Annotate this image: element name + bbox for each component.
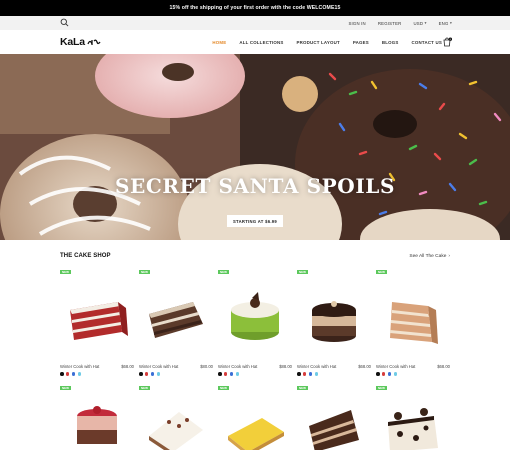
nav-item-contact-us[interactable]: CONTACT US: [412, 40, 442, 45]
product-name[interactable]: Winter Cook with Hat: [60, 364, 99, 369]
chevron-right-icon: ›: [448, 254, 450, 259]
account-links: SIGN IN REGISTER USD ▾ ENG ▾: [348, 16, 452, 30]
mocha-mousse-icon: [312, 301, 356, 342]
new-badge: NEW: [218, 386, 229, 390]
swatch-light-blue[interactable]: [393, 372, 398, 376]
color-swatches: [376, 372, 398, 376]
new-badge: NEW: [60, 270, 71, 274]
swatch-black[interactable]: [218, 372, 222, 376]
swatch-black[interactable]: [376, 372, 380, 376]
utility-bar: SIGN IN REGISTER USD ▾ ENG ▾: [0, 16, 510, 30]
cookies-cream-cake-icon: [388, 408, 438, 450]
product-card[interactable]: NEW: [139, 386, 213, 450]
swatch-blue[interactable]: [229, 372, 234, 376]
swatch-black[interactable]: [297, 372, 301, 376]
swatch-red[interactable]: [302, 372, 307, 376]
matcha-mousse-icon: [231, 292, 279, 340]
product-card[interactable]: NEW: [376, 386, 450, 450]
swatch-black[interactable]: [60, 372, 64, 376]
product-price: $68.00: [121, 364, 134, 369]
cart-icon[interactable]: 0: [442, 37, 452, 47]
caramel-layer-cake-icon: [390, 302, 438, 344]
nav-item-blogs[interactable]: BLOGS: [382, 40, 399, 45]
donuts-hero-image: [0, 54, 510, 240]
product-price: $68.00: [358, 364, 371, 369]
nav-item-product-layout[interactable]: PRODUCT LAYOUT: [296, 40, 339, 45]
swatch-light-blue[interactable]: [156, 372, 161, 376]
swatch-light-blue[interactable]: [314, 372, 319, 376]
swatch-red[interactable]: [223, 372, 228, 376]
color-swatches: [139, 372, 161, 376]
chocolate-layer-cake-icon: [149, 302, 203, 338]
product-name[interactable]: Winter Cook with Hat: [139, 364, 178, 369]
product-name[interactable]: Winter Cook with Hat: [218, 364, 257, 369]
nav-item-home[interactable]: HOME: [212, 40, 226, 45]
chevron-down-icon: ▾: [424, 21, 427, 25]
new-badge: NEW: [60, 386, 71, 390]
language-select[interactable]: ENG ▾: [439, 21, 452, 26]
logo-text: KaLa: [60, 36, 85, 48]
product-card[interactable]: NEW Winter Cook with Hat $80.00: [139, 270, 213, 380]
hero-title: SECRET SANTA SPOILS: [115, 174, 395, 198]
swatch-light-blue[interactable]: [77, 372, 82, 376]
currency-value: USD: [413, 20, 424, 26]
red-velvet-cake-icon: [70, 302, 128, 340]
see-all-label: See All The Cake: [409, 254, 447, 259]
product-card[interactable]: NEW: [60, 386, 134, 450]
announcement-bar: 15% off the shipping of your first order…: [0, 0, 510, 16]
nav-item-all-collections[interactable]: ALL COLLECTIONS: [239, 40, 283, 45]
swatch-red[interactable]: [65, 372, 70, 376]
swatch-black[interactable]: [139, 372, 143, 376]
lemon-tart-icon: [228, 418, 284, 450]
product-card[interactable]: NEW: [297, 386, 371, 450]
product-price: $80.00: [200, 364, 213, 369]
sign-in-link[interactable]: SIGN IN: [348, 21, 365, 26]
product-card[interactable]: NEW Winter Cook with Hat $88.00: [218, 270, 292, 380]
primary-nav: HOME ALL COLLECTIONS PRODUCT LAYOUT PAGE…: [212, 30, 442, 54]
product-name[interactable]: Winter Cook with Hat: [376, 364, 415, 369]
product-card[interactable]: NEW Winter Cook with Hat $68.00: [297, 270, 371, 380]
product-card[interactable]: NEW Winter Cook with Hat $68.00: [376, 270, 450, 380]
see-all-link[interactable]: See All The Cake ›: [409, 254, 450, 259]
new-badge: NEW: [139, 270, 150, 274]
cheesecake-slice-icon: [149, 412, 203, 450]
new-badge: NEW: [376, 270, 387, 274]
new-badge: NEW: [297, 270, 308, 274]
hero-cta-button[interactable]: STARTING AT $6.99: [227, 215, 283, 227]
swatch-light-blue[interactable]: [235, 372, 240, 376]
new-badge: NEW: [218, 270, 229, 274]
color-swatches: [297, 372, 319, 376]
product-price: $88.00: [279, 364, 292, 369]
new-badge: NEW: [139, 386, 150, 390]
swatch-blue[interactable]: [150, 372, 155, 376]
product-card[interactable]: NEW: [218, 386, 292, 450]
new-badge: NEW: [376, 386, 387, 390]
logo[interactable]: KaLa: [60, 36, 101, 48]
hero-banner: SECRET SANTA SPOILS STARTING AT $6.99: [0, 54, 510, 240]
swatch-blue[interactable]: [387, 372, 392, 376]
chocolate-torte-icon: [309, 410, 359, 450]
color-swatches: [60, 372, 82, 376]
product-price: $68.00: [437, 364, 450, 369]
chevron-down-icon: ▾: [450, 21, 452, 25]
section-title: THE CAKE SHOP: [60, 253, 111, 259]
currency-select[interactable]: USD ▾: [413, 21, 426, 26]
swatch-blue[interactable]: [308, 372, 313, 376]
new-badge: NEW: [297, 386, 308, 390]
swatch-red[interactable]: [144, 372, 149, 376]
logo-mark-icon: [87, 39, 101, 45]
nav-item-pages[interactable]: PAGES: [353, 40, 369, 45]
strawberry-mousse-icon: [77, 406, 117, 444]
register-link[interactable]: REGISTER: [378, 21, 402, 26]
search-icon[interactable]: [60, 18, 69, 27]
product-name[interactable]: Winter Cook with Hat: [297, 364, 336, 369]
swatch-red[interactable]: [381, 372, 386, 376]
language-value: ENG: [438, 20, 449, 26]
announcement-text: 15% off the shipping of your first order…: [169, 5, 341, 11]
swatch-blue[interactable]: [71, 372, 76, 376]
product-card[interactable]: NEW Winter Cook with Hat $68.00: [60, 270, 134, 380]
color-swatches: [218, 372, 240, 376]
main-header: KaLa HOME ALL COLLECTIONS PRODUCT LAYOUT…: [0, 30, 510, 54]
